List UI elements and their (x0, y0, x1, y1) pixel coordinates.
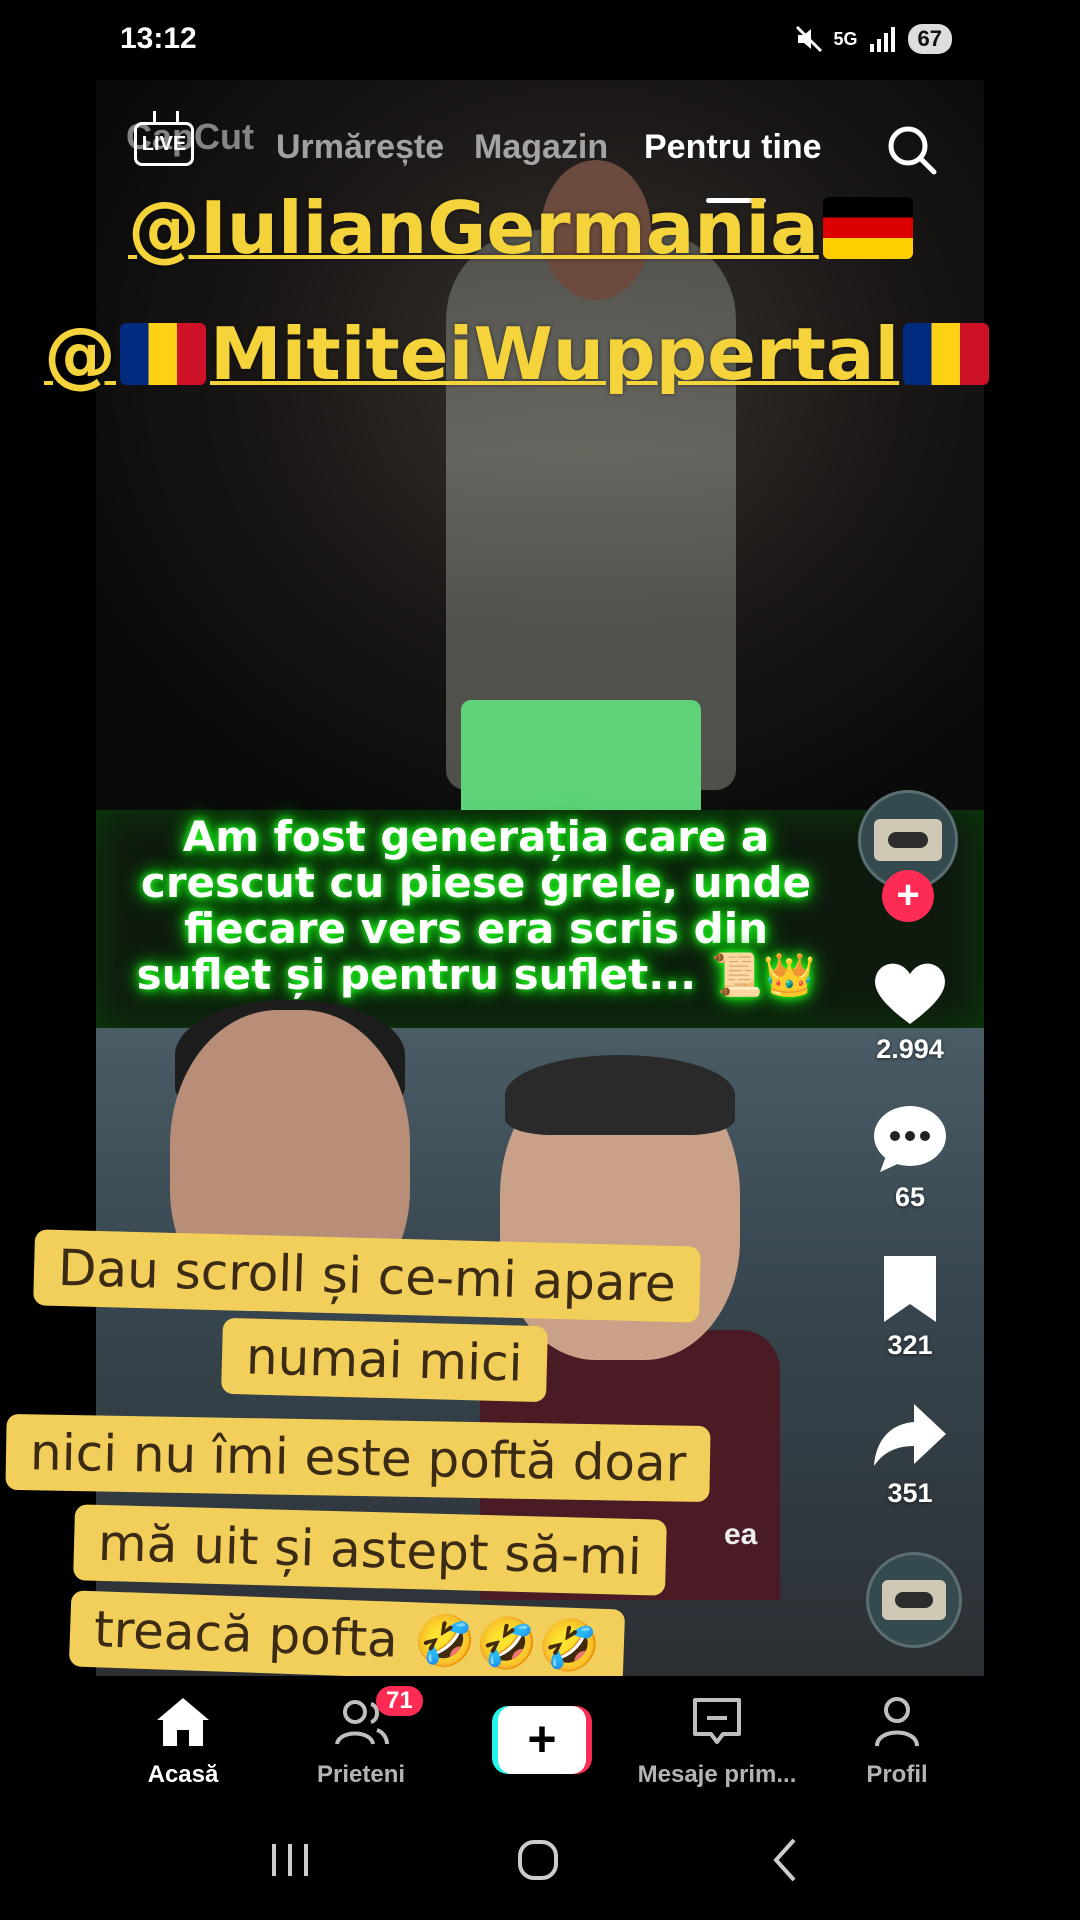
glow-caption-line: Am fost generația care a (182, 812, 770, 861)
romania-flag-icon (903, 323, 990, 385)
cassette-icon (881, 1580, 947, 1620)
tab-shop[interactable]: Magazin (474, 128, 608, 167)
tab-following[interactable]: Urmărește (276, 128, 444, 167)
mention-mititei[interactable]: @ MititeiWuppertal (44, 312, 993, 396)
home-icon (157, 1698, 209, 1746)
romania-flag-icon (120, 323, 206, 385)
share-count: 351 (887, 1478, 933, 1508)
nav-inbox[interactable]: Mesaje prim... (632, 1694, 802, 1789)
glow-caption-line: fiecare vers era scris din (183, 904, 769, 953)
glow-caption-line: suflet și pentru suflet... 📜👑 (136, 950, 816, 999)
germany-flag-icon (822, 197, 913, 259)
plus-icon: + (498, 1706, 586, 1774)
glow-caption: Am fost generația care a crescut cu pies… (96, 814, 856, 998)
follow-plus-button[interactable]: + (882, 870, 934, 922)
inbox-icon (693, 1698, 741, 1744)
profile-icon (875, 1697, 919, 1747)
yellow-caption-line: numai mici (221, 1317, 548, 1403)
search-icon[interactable] (886, 124, 938, 176)
live-icon[interactable]: LIVE (134, 122, 194, 166)
mention-iulian-text: @IulianGermania (128, 186, 819, 270)
bookmark-icon[interactable] (870, 1254, 950, 1324)
yellow-caption-line: nici nu îmi este poftă doar (5, 1413, 711, 1503)
save-count: 321 (887, 1330, 933, 1360)
cassette-icon (874, 819, 942, 861)
mention-iulian[interactable]: @IulianGermania (128, 186, 913, 270)
signal-icon (869, 27, 895, 52)
top-nav: CapCut LIVE Urmărește Magazin Pentru tin… (96, 110, 984, 203)
comment-icon[interactable] (870, 1104, 950, 1174)
nav-home-label: Acasă (147, 1761, 219, 1788)
clock: 13:12 (120, 22, 197, 55)
create-button[interactable]: + (492, 1706, 592, 1774)
tab-for-you[interactable]: Pentru tine (644, 128, 822, 167)
sound-disc[interactable] (866, 1552, 962, 1648)
battery-indicator: 67 (907, 24, 952, 54)
system-nav-bar (0, 1800, 1080, 1920)
heart-icon[interactable] (870, 958, 950, 1028)
nav-friends[interactable]: 71 Prieteni (276, 1686, 446, 1789)
nav-profile[interactable]: Profil (812, 1694, 982, 1789)
nav-home[interactable]: Acasă (98, 1694, 268, 1789)
status-bar: 13:12 5G 67 (0, 0, 1080, 80)
network-icon: 5G (833, 28, 858, 49)
mention-at: @ (44, 312, 116, 396)
yellow-caption-line: mă uit și astept să-mi (73, 1504, 667, 1596)
like-count: 2.994 (876, 1034, 944, 1064)
man-right-hair (505, 1055, 735, 1135)
bottom-nav: Acasă 71 Prieteni + Mesaje prim... Profi… (96, 1676, 984, 1796)
glow-caption-line: crescut cu piese grele, unde (140, 858, 812, 907)
back-icon[interactable] (756, 1830, 816, 1890)
partial-description: ea (724, 1518, 758, 1551)
friends-badge: 71 (376, 1686, 423, 1716)
nav-inbox-label: Mesaje prim... (637, 1761, 797, 1788)
home-button-icon[interactable] (508, 1830, 568, 1890)
singer-legs (461, 700, 701, 820)
comment-count: 65 (894, 1182, 926, 1212)
mute-icon (795, 25, 822, 53)
nav-friends-label: Prieteni (316, 1761, 406, 1788)
share-icon[interactable] (870, 1400, 950, 1470)
mention-mititei-text: MititeiWuppertal (210, 312, 900, 396)
status-icons: 5G 67 (794, 24, 952, 54)
recent-apps-icon[interactable] (260, 1830, 320, 1890)
nav-profile-label: Profil (866, 1761, 928, 1788)
